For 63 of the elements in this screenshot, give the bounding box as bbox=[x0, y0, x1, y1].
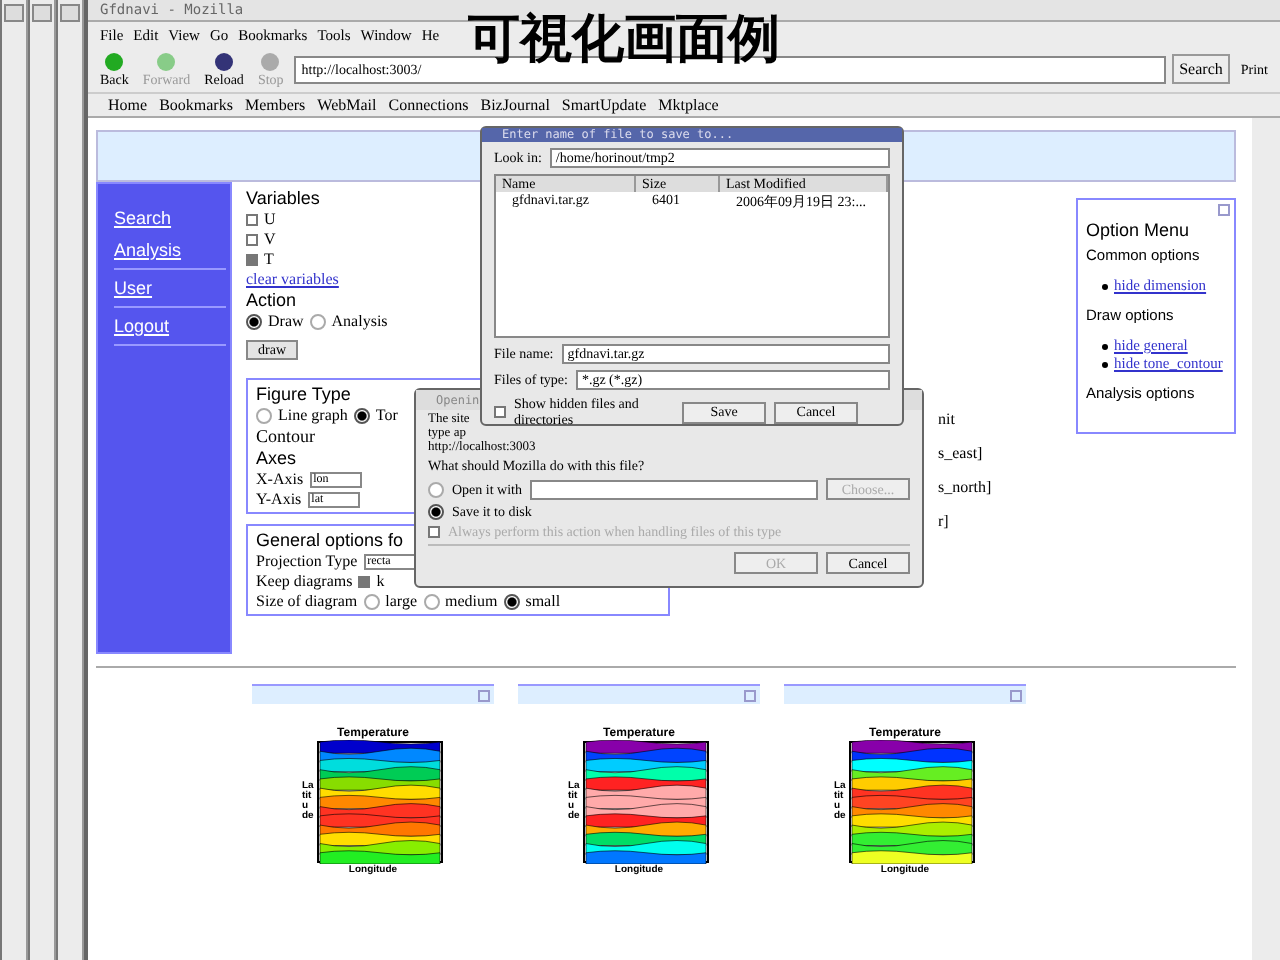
radio-button[interactable] bbox=[503, 593, 520, 609]
radio-label: large bbox=[385, 592, 417, 610]
bookmark-link[interactable]: Members bbox=[244, 96, 306, 114]
bookmark-link[interactable]: BizJournal bbox=[480, 96, 550, 114]
application-field[interactable] bbox=[530, 479, 818, 500]
sidebar-link[interactable]: Logout bbox=[114, 316, 226, 336]
radio-label: Analysis bbox=[331, 312, 388, 330]
bookmark-link[interactable]: Mktplace bbox=[658, 96, 719, 114]
checkbox[interactable] bbox=[246, 213, 258, 225]
checkbox-label: T bbox=[264, 250, 274, 268]
radio-label: medium bbox=[445, 592, 498, 610]
radio-label: Draw bbox=[268, 312, 304, 330]
section-heading: Axes bbox=[256, 448, 297, 468]
radio-label: Contour bbox=[256, 426, 316, 446]
checkbox[interactable] bbox=[358, 575, 371, 587]
section-heading: Figure Type bbox=[256, 384, 351, 404]
checkbox-label: k bbox=[376, 572, 385, 590]
projection-label: Projection Type bbox=[256, 552, 358, 570]
option-text: r] bbox=[938, 512, 951, 530]
size-label: Size of diagram bbox=[256, 592, 358, 610]
contour-plot-drawing bbox=[582, 740, 710, 864]
contour-plot-drawing bbox=[316, 740, 444, 864]
radio-button[interactable] bbox=[309, 313, 326, 329]
sidebar-link[interactable]: Analysis bbox=[114, 240, 226, 260]
axis-label: X-Axis bbox=[256, 470, 304, 488]
checkbox-label: U bbox=[264, 210, 276, 228]
radio-button[interactable] bbox=[256, 407, 272, 423]
bookmark-link[interactable]: WebMail bbox=[317, 96, 377, 114]
close-icon[interactable] bbox=[744, 690, 756, 702]
axis-label: Y-Axis bbox=[256, 490, 302, 508]
checkbox[interactable] bbox=[494, 406, 506, 418]
radio-button[interactable] bbox=[246, 313, 262, 329]
sidebar-link[interactable]: Search bbox=[114, 208, 226, 228]
search-button[interactable]: Search bbox=[1171, 54, 1231, 84]
section-heading: Action bbox=[246, 290, 297, 310]
sidebar-link[interactable]: User bbox=[114, 278, 226, 298]
bookmark-link[interactable]: SmartUpdate bbox=[561, 96, 647, 114]
option-menu-title: Option Menu bbox=[1086, 220, 1192, 240]
checkbox-label: V bbox=[264, 230, 276, 248]
close-icon[interactable] bbox=[478, 690, 490, 702]
bookmark-link[interactable]: Home bbox=[108, 96, 148, 114]
checkbox[interactable] bbox=[246, 233, 258, 245]
option-text: s_east] bbox=[938, 444, 985, 462]
radio-label: Line graph bbox=[278, 406, 348, 424]
radio-label: small bbox=[525, 592, 561, 610]
clear-variables-link[interactable]: clear variables bbox=[246, 270, 339, 288]
option-text: nit bbox=[938, 410, 957, 428]
radio-label: Tor bbox=[375, 406, 398, 424]
option-text: s_north] bbox=[938, 478, 994, 496]
bookmark-link[interactable]: Connections bbox=[388, 96, 469, 114]
radio-button[interactable] bbox=[428, 504, 444, 521]
radio-button[interactable] bbox=[363, 593, 380, 609]
radio-button[interactable] bbox=[353, 407, 370, 423]
radio-button[interactable] bbox=[428, 481, 444, 498]
close-icon[interactable] bbox=[1010, 690, 1022, 702]
checkbox[interactable] bbox=[246, 253, 258, 265]
keep-label: Keep diagrams bbox=[256, 572, 353, 590]
radio-button[interactable] bbox=[423, 593, 439, 609]
section-heading: Variables bbox=[246, 188, 320, 208]
close-icon[interactable] bbox=[1218, 204, 1230, 216]
bookmark-link[interactable]: Bookmarks bbox=[159, 96, 233, 114]
section-heading: General options fo bbox=[256, 530, 404, 550]
contour-plot-drawing bbox=[848, 740, 976, 864]
